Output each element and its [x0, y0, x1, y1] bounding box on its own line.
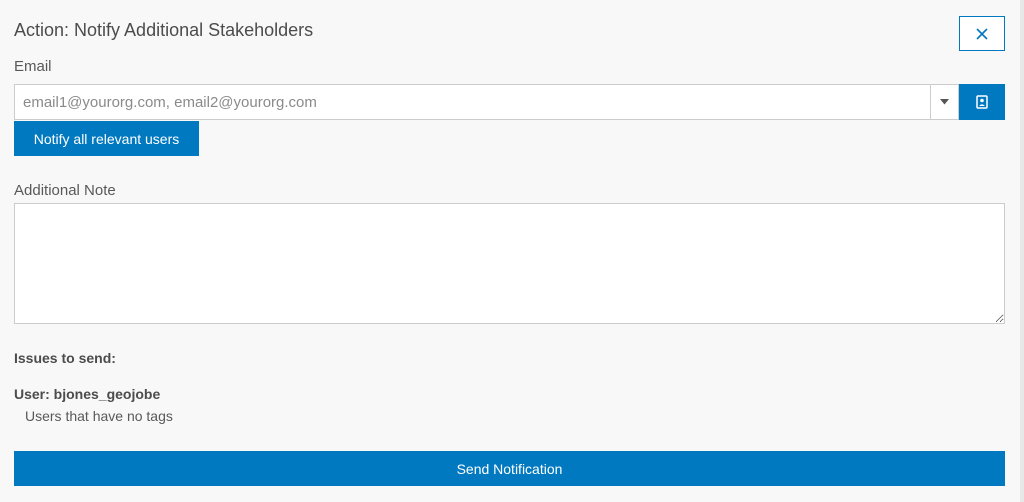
- close-icon: [976, 27, 988, 40]
- caret-down-icon: [940, 99, 949, 105]
- scrollbar-track[interactable]: [1020, 0, 1024, 502]
- email-label: Email: [14, 58, 52, 75]
- send-notification-button[interactable]: Send Notification: [14, 451, 1005, 486]
- close-button[interactable]: [959, 16, 1005, 51]
- issue-user-label: User: bjones_geojobe: [14, 386, 161, 402]
- note-label: Additional Note: [14, 182, 116, 199]
- contacts-button[interactable]: [959, 84, 1005, 120]
- note-textarea[interactable]: [14, 203, 1005, 324]
- email-dropdown-button[interactable]: [931, 84, 959, 120]
- contact-card-icon: [976, 95, 988, 109]
- dialog-title: Action: Notify Additional Stakeholders: [14, 20, 314, 40]
- email-row: [14, 84, 1005, 120]
- email-input[interactable]: [14, 84, 931, 120]
- issues-heading: Issues to send:: [14, 350, 116, 366]
- issue-user-detail: Users that have no tags: [25, 408, 173, 424]
- notify-all-button[interactable]: Notify all relevant users: [14, 121, 199, 156]
